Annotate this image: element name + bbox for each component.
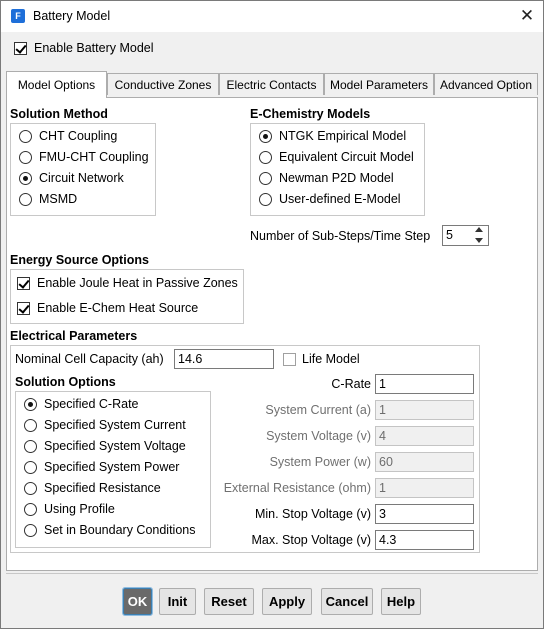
help-button[interactable]: Help — [381, 588, 421, 615]
sub-steps-label: Number of Sub-Steps/Time Step — [250, 229, 431, 243]
solution-method-heading: Solution Method — [10, 107, 108, 121]
tab-model-options[interactable]: Model Options — [6, 71, 107, 98]
echem-heat-label: Enable E-Chem Heat Source — [37, 301, 199, 315]
specified-system-current-label: Specified System Current — [44, 418, 186, 432]
ok-button[interactable]: OK — [122, 587, 153, 616]
spin-down-icon[interactable] — [475, 238, 483, 243]
c-rate-label: C-Rate — [331, 377, 371, 391]
button-separator — [6, 573, 538, 574]
set-in-boundary-conditions-label: Set in Boundary Conditions — [44, 523, 196, 537]
radio-specified-system-current[interactable] — [24, 419, 37, 432]
joule-heat-checkbox[interactable] — [17, 277, 30, 290]
tab-electric-contacts[interactable]: Electric Contacts — [219, 73, 324, 95]
apply-button[interactable]: Apply — [262, 588, 312, 615]
radio-msmd[interactable] — [19, 193, 32, 206]
specified-resistance-label: Specified Resistance — [44, 481, 161, 495]
joule-heat-label: Enable Joule Heat in Passive Zones — [37, 276, 238, 290]
fluent-app-icon: F — [11, 9, 25, 23]
system-voltage-input[interactable]: 4 — [375, 426, 474, 446]
enable-battery-model-label: Enable Battery Model — [34, 41, 154, 55]
min-stop-voltage-input[interactable]: 3 — [375, 504, 474, 524]
using-profile-label: Using Profile — [44, 502, 115, 516]
radio-fmu-cht-coupling[interactable] — [19, 151, 32, 164]
nominal-capacity-label: Nominal Cell Capacity (ah) — [15, 352, 164, 366]
msmd-label: MSMD — [39, 192, 78, 206]
radio-ntgk-empirical[interactable] — [259, 130, 272, 143]
battery-model-dialog: F Battery Model ✕ Enable Battery Model M… — [0, 0, 544, 629]
equivalent-circuit-label: Equivalent Circuit Model — [279, 150, 414, 164]
close-icon[interactable]: ✕ — [513, 3, 541, 29]
system-power-label: System Power (w) — [269, 455, 371, 469]
cht-coupling-label: CHT Coupling — [39, 129, 118, 143]
min-stop-voltage-label: Min. Stop Voltage (v) — [254, 507, 371, 521]
life-model-checkbox[interactable] — [283, 353, 296, 366]
newman-p2d-label: Newman P2D Model — [279, 171, 394, 185]
life-model-label: Life Model — [302, 352, 360, 366]
tab-conductive-zones[interactable]: Conductive Zones — [107, 73, 219, 95]
max-stop-voltage-label: Max. Stop Voltage (v) — [251, 533, 371, 547]
radio-circuit-network[interactable] — [19, 172, 32, 185]
specified-system-voltage-label: Specified System Voltage — [44, 439, 186, 453]
system-current-input[interactable]: 1 — [375, 400, 474, 420]
tab-advanced-option[interactable]: Advanced Option — [434, 73, 538, 95]
enable-battery-model-checkbox[interactable] — [14, 42, 27, 55]
specified-c-rate-label: Specified C-Rate — [44, 397, 139, 411]
max-stop-voltage-input[interactable]: 4.3 — [375, 530, 474, 550]
radio-specified-system-power[interactable] — [24, 461, 37, 474]
solution-options-heading: Solution Options — [15, 375, 116, 389]
external-resistance-label: External Resistance (ohm) — [223, 481, 371, 495]
echem-models-heading: E-Chemistry Models — [250, 107, 371, 121]
init-button[interactable]: Init — [159, 588, 196, 615]
echem-heat-checkbox[interactable] — [17, 302, 30, 315]
radio-specified-system-voltage[interactable] — [24, 440, 37, 453]
radio-set-in-boundary-conditions[interactable] — [24, 524, 37, 537]
radio-cht-coupling[interactable] — [19, 130, 32, 143]
radio-newman-p2d[interactable] — [259, 172, 272, 185]
sub-steps-value: 5 — [446, 228, 453, 242]
radio-user-defined-emodel[interactable] — [259, 193, 272, 206]
spin-up-icon[interactable] — [475, 227, 483, 232]
external-resistance-input[interactable]: 1 — [375, 478, 474, 498]
reset-button[interactable]: Reset — [204, 588, 254, 615]
energy-source-heading: Energy Source Options — [10, 253, 149, 267]
circuit-network-label: Circuit Network — [39, 171, 124, 185]
tab-model-parameters[interactable]: Model Parameters — [324, 73, 434, 95]
specified-system-power-label: Specified System Power — [44, 460, 180, 474]
system-current-label: System Current (a) — [265, 403, 371, 417]
nominal-capacity-input[interactable]: 14.6 — [174, 349, 274, 369]
user-defined-emodel-label: User-defined E-Model — [279, 192, 401, 206]
fmu-cht-coupling-label: FMU-CHT Coupling — [39, 150, 149, 164]
radio-using-profile[interactable] — [24, 503, 37, 516]
title-bar: F Battery Model ✕ — [1, 1, 543, 32]
ntgk-empirical-label: NTGK Empirical Model — [279, 129, 407, 143]
system-voltage-label: System Voltage (v) — [266, 429, 371, 443]
radio-specified-c-rate[interactable] — [24, 398, 37, 411]
cancel-button[interactable]: Cancel — [321, 588, 373, 615]
radio-equivalent-circuit[interactable] — [259, 151, 272, 164]
electrical-parameters-heading: Electrical Parameters — [10, 329, 138, 343]
system-power-input[interactable]: 60 — [375, 452, 474, 472]
c-rate-input[interactable]: 1 — [375, 374, 474, 394]
radio-specified-resistance[interactable] — [24, 482, 37, 495]
window-title: Battery Model — [33, 9, 111, 23]
